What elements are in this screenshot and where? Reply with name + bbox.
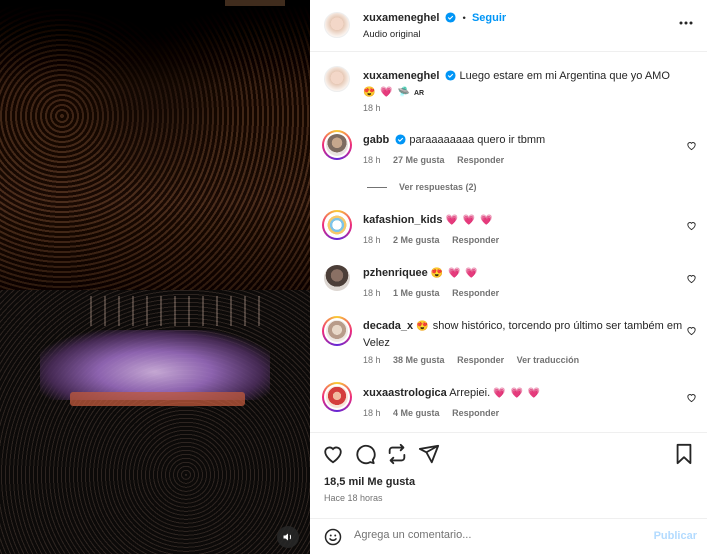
view-replies-button[interactable]: Ver respuestas (2) <box>399 182 477 192</box>
comment-time: 18 h <box>363 288 381 298</box>
see-translation-button[interactable]: Ver traducción <box>517 355 580 365</box>
commenter-avatar <box>326 134 348 156</box>
story-ring[interactable] <box>322 210 352 240</box>
comment-meta: 18 h 38 Me gusta Responder Ver traducció… <box>363 355 589 365</box>
stage-glow <box>40 330 270 400</box>
post-media[interactable] <box>0 0 310 554</box>
comment-likes[interactable]: 2 Me gusta <box>393 235 440 245</box>
like-heart-icon[interactable] <box>322 443 344 465</box>
commenter-avatar <box>326 214 348 236</box>
reply-button[interactable]: Responder <box>457 355 504 365</box>
stage-floor <box>70 392 245 406</box>
comment-meta: 18 h 27 Me gusta Responder <box>363 155 514 165</box>
comment-emojis: 😍 <box>416 321 430 332</box>
comment-likes[interactable]: 4 Me gusta <box>393 408 440 418</box>
comment-username[interactable]: decada_x <box>363 320 413 332</box>
story-ring[interactable] <box>322 130 352 160</box>
follow-button[interactable]: Seguir <box>472 12 506 24</box>
comment-like-heart-icon[interactable] <box>686 392 697 403</box>
comment-time: 18 h <box>363 355 381 365</box>
comment: decada_x 😍 show histórico, torcendo pro … <box>363 318 683 351</box>
caption-emojis: 😍 💗 🛸 <box>363 87 411 98</box>
concert-crowd-image <box>0 0 310 290</box>
audio-toggle-button[interactable] <box>277 526 299 548</box>
share-paper-plane-icon[interactable] <box>418 443 440 465</box>
emoji-smiley-icon[interactable] <box>324 528 342 546</box>
comment-meta: 18 h 2 Me gusta Responder <box>363 235 509 245</box>
caption-username[interactable]: xuxameneghel <box>363 70 439 82</box>
author-username[interactable]: xuxameneghel <box>363 12 439 24</box>
verified-badge-icon <box>445 12 457 23</box>
post-timestamp: Hace 18 horas <box>324 493 383 503</box>
replies-divider <box>367 187 387 188</box>
comment-likes[interactable]: 38 Me gusta <box>393 355 445 365</box>
repost-icon[interactable] <box>386 443 408 465</box>
comment-text: Arrepiei. <box>449 387 491 399</box>
comment-username[interactable]: xuxaastrologica <box>363 387 447 399</box>
comment-bubble-icon[interactable] <box>354 443 376 465</box>
comment-likes[interactable]: 1 Me gusta <box>393 288 440 298</box>
header-bullet: • <box>462 13 466 24</box>
comment-emojis: 💗 💗 💗 <box>445 215 494 226</box>
commenter-avatar[interactable] <box>324 265 350 291</box>
caption-avatar[interactable] <box>324 66 350 92</box>
comment-like-heart-icon[interactable] <box>686 140 697 151</box>
post-header: xuxameneghel • Seguir Audio original <box>310 0 707 52</box>
comment-like-heart-icon[interactable] <box>686 325 697 336</box>
comment: xuxaastrologica Arrepiei. 💗 💗 💗 <box>363 385 683 402</box>
comment-like-heart-icon[interactable] <box>686 273 697 284</box>
audio-original-link[interactable]: Audio original <box>363 29 421 40</box>
reply-button[interactable]: Responder <box>452 408 499 418</box>
flag-label: AR <box>413 90 425 97</box>
comment-meta: 18 h 4 Me gusta Responder <box>363 408 509 418</box>
comment: gabb paraaaaaaaa quero ir tbmm <box>363 132 683 148</box>
caption-text: Luego estare em mi Argentina que yo AMO <box>459 70 670 82</box>
verified-badge-icon <box>445 70 457 81</box>
story-ring[interactable] <box>322 316 352 346</box>
reply-button[interactable]: Responder <box>452 288 499 298</box>
caption-time: 18 h <box>363 103 381 113</box>
stage-top-glow <box>225 0 285 6</box>
comment-username[interactable]: kafashion_kids <box>363 214 442 226</box>
publish-button[interactable]: Publicar <box>654 530 697 542</box>
comment: kafashion_kids 💗 💗 💗 <box>363 212 683 229</box>
save-bookmark-icon[interactable] <box>673 443 695 465</box>
reply-button[interactable]: Responder <box>452 235 499 245</box>
comment-likes[interactable]: 27 Me gusta <box>393 155 445 165</box>
speaker-icon <box>283 533 292 541</box>
comment-time: 18 h <box>363 155 381 165</box>
comment-time: 18 h <box>363 408 381 418</box>
commenter-avatar <box>326 386 348 408</box>
post-side-panel: xuxameneghel • Seguir Audio original xux… <box>310 0 707 554</box>
comment-meta: 18 h 1 Me gusta Responder <box>363 288 509 298</box>
comment-like-heart-icon[interactable] <box>686 220 697 231</box>
stage-lights <box>90 296 270 326</box>
comment-text: paraaaaaaaa quero ir tbmm <box>409 134 546 146</box>
verified-badge-icon <box>395 134 406 145</box>
more-horizontal-icon[interactable] <box>679 20 693 26</box>
comment-time: 18 h <box>363 235 381 245</box>
comment-username[interactable]: gabb <box>363 134 389 146</box>
caption: xuxameneghel Luego estare em mi Argentin… <box>363 68 693 102</box>
caption-meta: 18 h <box>363 103 391 113</box>
comment-emojis: 😍 💗 💗 <box>430 268 479 279</box>
story-ring[interactable] <box>322 382 352 412</box>
comment-username[interactable]: pzhenriquee <box>363 267 428 279</box>
comment-composer: Publicar <box>310 518 707 554</box>
author-avatar[interactable] <box>324 12 350 38</box>
reply-button[interactable]: Responder <box>457 155 504 165</box>
comment-emojis: 💗 💗 💗 <box>493 388 542 399</box>
likes-count[interactable]: 18,5 mil Me gusta <box>324 476 415 488</box>
comment-input[interactable] <box>354 529 644 541</box>
commenter-avatar <box>326 320 348 342</box>
comment: pzhenriquee 😍 💗 💗 <box>363 265 683 282</box>
